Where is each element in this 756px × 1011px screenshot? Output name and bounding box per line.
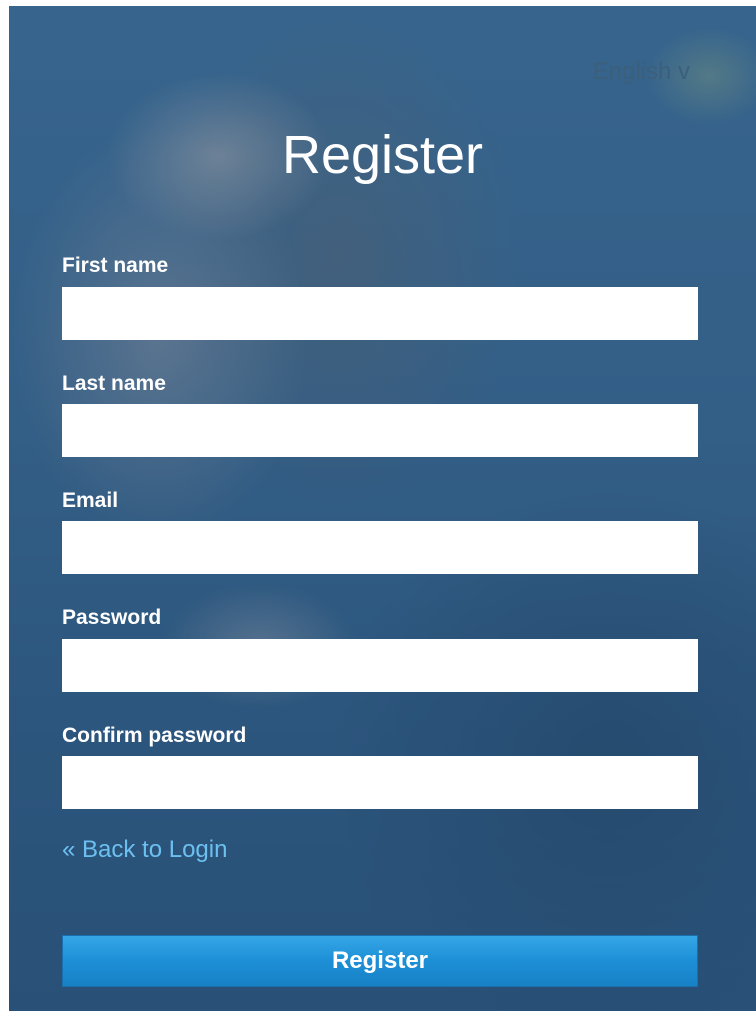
page-title: Register [281, 125, 484, 185]
last-name-label: Last name [62, 372, 166, 395]
email-label: Email [62, 489, 119, 512]
language-selector[interactable]: English v [593, 58, 690, 86]
first-name-label: First name [62, 254, 169, 277]
password-label: Password [62, 606, 162, 629]
password-input[interactable] [62, 639, 698, 692]
confirm-password-label: Confirm password [62, 724, 247, 747]
confirm-password-input[interactable] [62, 756, 698, 809]
back-to-login-link[interactable]: « Back to Login [62, 836, 227, 864]
register-page: English v Register First name Last name … [9, 6, 756, 1011]
first-name-input[interactable] [62, 287, 698, 340]
register-button[interactable]: Register [62, 935, 698, 987]
last-name-input[interactable] [62, 404, 698, 457]
email-input[interactable] [62, 521, 698, 574]
